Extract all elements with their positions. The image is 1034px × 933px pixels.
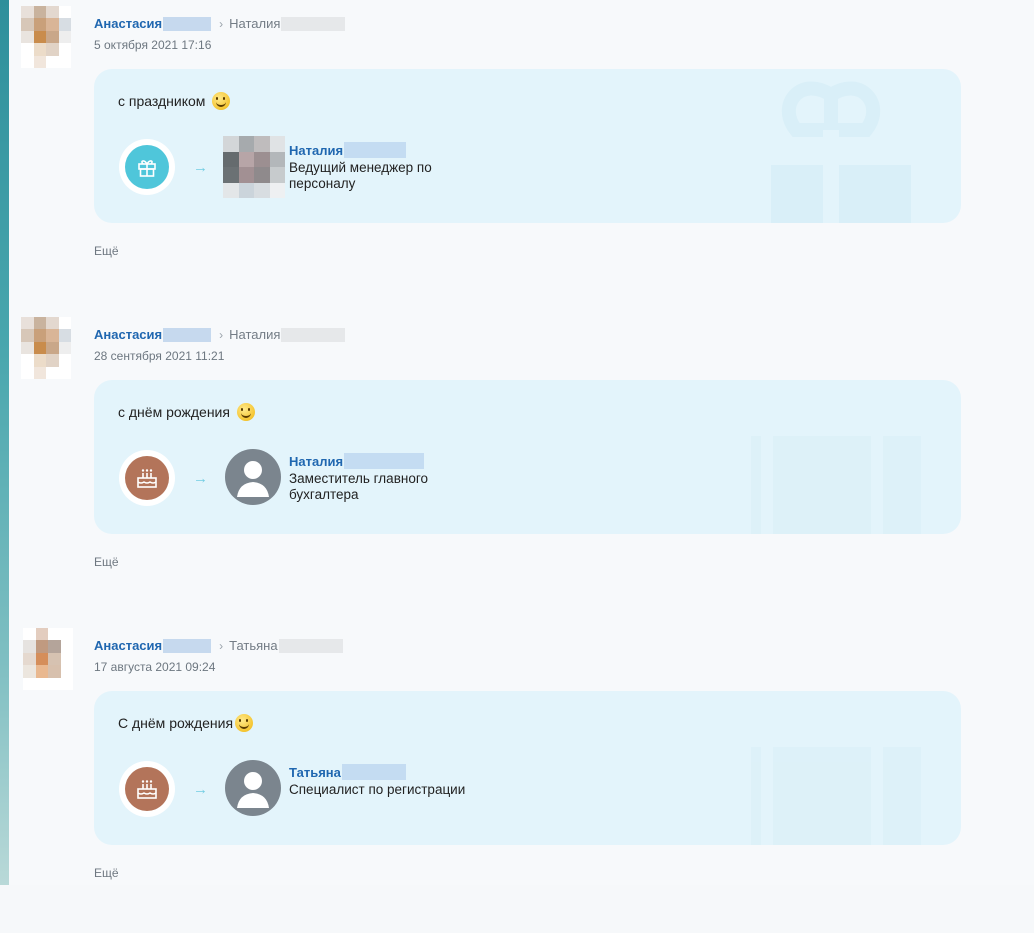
recipient-card-surname-blurred: [344, 142, 407, 158]
recipient-role: Специалист по регистрации: [289, 782, 466, 797]
recipient-card-name[interactable]: Наталия: [289, 142, 469, 158]
recipient-info: Наталия Ведущий менеджер по персоналу: [289, 142, 469, 192]
recipient-card-name[interactable]: Татьяна: [289, 764, 469, 780]
chevron-right-icon: ›: [219, 638, 224, 653]
badge-circle[interactable]: [119, 761, 175, 817]
birthday-cake-icon: [125, 767, 169, 811]
more-link[interactable]: Ещё: [94, 555, 119, 569]
message-text: с днём рождения: [118, 403, 255, 421]
post-date[interactable]: 5 октября 2021 17:16: [94, 38, 211, 52]
author-line: Анастасия › Наталия: [94, 16, 346, 31]
recipient-card-first-name[interactable]: Татьяна: [289, 765, 341, 780]
smile-emoji-icon: [212, 92, 231, 110]
default-avatar-icon[interactable]: [225, 760, 281, 816]
author-line: Анастасия › Татьяна: [94, 638, 343, 653]
recipient-photo[interactable]: [223, 136, 285, 198]
recipient-card-name[interactable]: Наталия: [289, 453, 469, 469]
recipient-card-first-name[interactable]: Наталия: [289, 454, 343, 469]
recipient-name[interactable]: Наталия: [229, 327, 280, 342]
arrow-right-icon: →: [193, 159, 208, 176]
author-avatar[interactable]: [21, 6, 71, 68]
recipient-surname-blurred: [281, 16, 346, 31]
badge-circle[interactable]: [119, 450, 175, 506]
feed-post: Анастасия › Татьяна 17 августа 2021 09:2…: [9, 622, 1034, 933]
gift-watermark-icon: [751, 436, 921, 534]
post-date[interactable]: 17 августа 2021 09:24: [94, 660, 215, 674]
gift-watermark-icon: [751, 747, 921, 845]
recipient-card-surname-blurred: [341, 764, 406, 780]
recipient-role: Ведущий менеджер по персоналу: [289, 160, 432, 191]
author-name[interactable]: Анастасия: [94, 16, 162, 31]
more-link[interactable]: Ещё: [94, 866, 119, 880]
author-line: Анастасия › Наталия: [94, 327, 346, 342]
arrow-right-icon: →: [193, 781, 208, 798]
recipient-card-surname-blurred: [344, 453, 425, 469]
feed-post: Анастасия › Наталия 28 сентября 2021 11:…: [9, 311, 1034, 622]
author-avatar[interactable]: [21, 317, 71, 379]
message-text: С днём рождения: [118, 714, 254, 732]
chevron-right-icon: ›: [219, 327, 224, 342]
thanks-card: с днём рождения → Наталия Заместитель гл…: [94, 380, 961, 534]
more-link[interactable]: Ещё: [94, 244, 119, 258]
gift-icon: [125, 145, 169, 189]
recipient-role: Заместитель главного бухгалтера: [289, 471, 428, 502]
post-date[interactable]: 28 сентября 2021 11:21: [94, 349, 224, 363]
author-name[interactable]: Анастасия: [94, 327, 162, 342]
author-surname-blurred: [163, 638, 212, 653]
message-label: с праздником: [118, 93, 206, 109]
smile-emoji-icon: [235, 714, 254, 732]
thanks-card: с праздником → Наталия Ведущий менеджер …: [94, 69, 961, 223]
author-name[interactable]: Анастасия: [94, 638, 162, 653]
birthday-cake-icon: [125, 456, 169, 500]
recipient-name[interactable]: Наталия: [229, 16, 280, 31]
author-avatar[interactable]: [23, 628, 73, 690]
gift-watermark-icon: [771, 81, 911, 223]
thanks-feed: Анастасия › Наталия 5 октября 2021 17:16…: [9, 0, 1034, 885]
recipient-info: Татьяна Специалист по регистрации: [289, 764, 469, 798]
message-label: с днём рождения: [118, 404, 230, 420]
author-surname-blurred: [163, 327, 212, 342]
feed-post: Анастасия › Наталия 5 октября 2021 17:16…: [9, 0, 1034, 311]
recipient-name[interactable]: Татьяна: [229, 638, 277, 653]
smile-emoji-icon: [236, 403, 255, 421]
badge-circle[interactable]: [119, 139, 175, 195]
recipient-surname-blurred: [278, 638, 343, 653]
recipient-surname-blurred: [281, 327, 346, 342]
message-text: с праздником: [118, 92, 231, 110]
recipient-card-first-name[interactable]: Наталия: [289, 143, 343, 158]
author-surname-blurred: [163, 16, 212, 31]
message-label: С днём рождения: [118, 715, 234, 731]
recipient-info: Наталия Заместитель главного бухгалтера: [289, 453, 469, 503]
arrow-right-icon: →: [193, 470, 208, 487]
chevron-right-icon: ›: [219, 16, 224, 31]
thanks-card: С днём рождения → Татьяна Специалист по …: [94, 691, 961, 845]
left-background-strip: [0, 0, 9, 885]
default-avatar-icon[interactable]: [225, 449, 281, 505]
